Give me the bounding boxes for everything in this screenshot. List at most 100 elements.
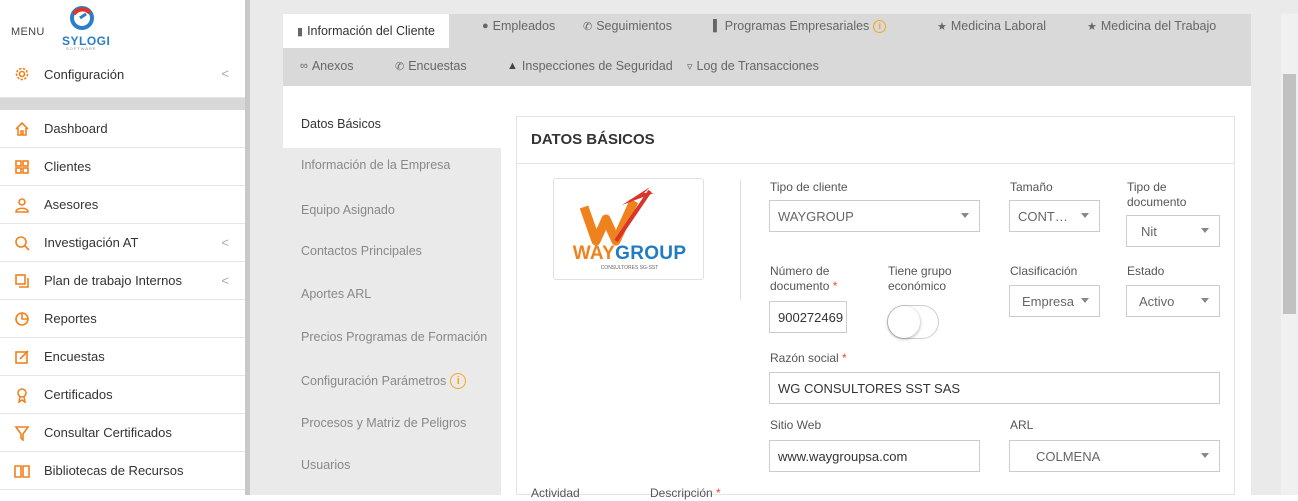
section-nav: Datos Básicos Información de la Empresa … (283, 100, 501, 495)
logo-word-way: WAY (572, 243, 616, 264)
sidebar-item-label: Dashboard (44, 121, 108, 136)
tab-label: Programas Empresariales (724, 19, 870, 33)
tipo-cliente-select[interactable]: WAYGROUP (769, 200, 980, 232)
user-icon (0, 197, 44, 213)
tab-inspecciones[interactable]: ▲ Inspecciones de Seguridad (507, 56, 673, 76)
tab-medicina-laboral[interactable]: ★ Medicina Laboral (937, 16, 1046, 36)
tamano-label: Tamaño (1010, 180, 1053, 194)
label-text: Descripción (650, 486, 713, 500)
main-scrollbar-thumb[interactable] (1283, 74, 1296, 314)
estado-select[interactable]: Activo (1126, 285, 1220, 317)
sidebar-divider (0, 98, 247, 110)
tab-seguimientos[interactable]: ✆ Seguimientos (583, 16, 672, 36)
top-strip (250, 0, 1298, 14)
clasificacion-select[interactable]: Empresa (1009, 285, 1100, 317)
tab-log-transacciones[interactable]: ▿ Log de Transacciones (687, 56, 819, 76)
bar-chart-icon: ▌ (713, 20, 721, 32)
sitio-web-label: Sitio Web (770, 418, 822, 432)
chevron-left-icon: < (221, 66, 229, 81)
numero-documento-input[interactable]: 900272469 (769, 301, 847, 333)
tab-label: Anexos (311, 59, 354, 73)
sidebar-item-configuracion[interactable]: Configuración < (0, 51, 247, 98)
sidebar-item-consultar-certificados[interactable]: Consultar Certificados (0, 414, 247, 452)
sidebar-item-asesores[interactable]: Asesores (0, 186, 247, 224)
tab-programas-empresariales[interactable]: ▌ Programas Empresariales i (713, 16, 887, 36)
toggle-knob (888, 306, 920, 338)
sidebar-item-label: Clientes (44, 159, 91, 174)
tab-label: Inspecciones de Seguridad (521, 59, 673, 73)
client-logo[interactable]: WAYGROUP CONSULTORES SG-SST (553, 178, 704, 280)
label-line: económico (888, 279, 947, 293)
caret-down-icon (1081, 213, 1089, 218)
tab-encuestas[interactable]: ✆ Encuestas (395, 56, 467, 76)
tab-label: Medicina Laboral (950, 19, 1047, 33)
section-usuarios[interactable]: Usuarios (301, 458, 350, 472)
phone-icon: ✆ (395, 60, 405, 73)
star-icon: ★ (937, 20, 947, 33)
tab-informacion-cliente[interactable]: ▮ Información del Cliente (283, 14, 449, 48)
tipo-documento-select[interactable]: Nit (1126, 215, 1220, 247)
sidebar: MENU SYLOGI SOFTWARE Configuración < Das… (0, 0, 248, 495)
arl-value: COLMENA (1036, 448, 1101, 464)
phone-icon: ✆ (583, 20, 593, 33)
estado-label: Estado (1127, 264, 1165, 278)
clasificacion-value: Empresa (1022, 293, 1075, 309)
tamano-select[interactable]: CONT… (1009, 200, 1100, 232)
grupo-economico-toggle[interactable] (887, 305, 939, 339)
razon-social-input[interactable]: WG CONSULTORES SST SAS (769, 372, 1220, 404)
arl-label: ARL (1010, 418, 1034, 432)
alert-icon: i (450, 373, 467, 389)
star-icon: ★ (1087, 20, 1097, 33)
vertical-divider (740, 180, 741, 300)
sidebar-item-investigacion[interactable]: Investigación AT < (0, 224, 247, 262)
section-equipo-asignado[interactable]: Equipo Asignado (301, 203, 395, 217)
sidebar-item-bibliotecas[interactable]: Bibliotecas de Recursos (0, 452, 247, 490)
tipo-cliente-value: WAYGROUP (778, 208, 854, 224)
tab-bar-secondary: ∞ Anexos ✆ Encuestas ▲ Inspecciones de S… (283, 48, 1251, 86)
sidebar-item-certificados[interactable]: Certificados (0, 376, 247, 414)
warning-icon: ▲ (507, 60, 518, 72)
section-procesos-matriz[interactable]: Procesos y Matriz de Peligros (301, 416, 466, 430)
label-line: documento (1127, 195, 1187, 209)
caret-down-icon (961, 213, 969, 218)
tipo-documento-value: Nit (1141, 223, 1157, 239)
sidebar-item-encuestas[interactable]: Encuestas (0, 338, 247, 376)
sidebar-item-plan-trabajo[interactable]: Plan de trabajo Internos < (0, 262, 247, 300)
caret-down-icon (1201, 453, 1209, 458)
label-line: Tipo de (1127, 180, 1167, 194)
tab-empleados[interactable]: ● Empleados (482, 16, 555, 36)
sidebar-item-clientes[interactable]: Clientes (0, 148, 247, 186)
tab-anexos[interactable]: ∞ Anexos (300, 56, 354, 76)
section-precios-programas[interactable]: Precios Programas de Formación (301, 330, 487, 344)
tab-label: Log de Transacciones (696, 59, 819, 73)
tab-label: Encuestas (408, 59, 467, 73)
sitio-web-input[interactable]: www.waygroupsa.com (769, 440, 980, 472)
section-configuracion-parametros[interactable]: Configuración Parámetros i (301, 373, 467, 389)
tab-label: Empleados (492, 19, 556, 33)
descripcion-label: Descripción * (650, 486, 721, 501)
tab-label: Medicina del Trabajo (1100, 19, 1217, 33)
section-datos-basicos[interactable]: Datos Básicos (301, 117, 381, 131)
required-marker: * (832, 279, 838, 293)
section-aportes-arl[interactable]: Aportes ARL (301, 287, 371, 301)
tab-medicina-trabajo[interactable]: ★ Medicina del Trabajo (1087, 16, 1216, 36)
alert-icon: i (873, 19, 887, 33)
arl-select[interactable]: COLMENA (1009, 440, 1220, 472)
search-icon (0, 235, 44, 251)
card-title: DATOS BÁSICOS (531, 131, 655, 148)
sidebar-item-reportes[interactable]: Reportes (0, 300, 247, 338)
tamano-value: CONT… (1018, 208, 1068, 224)
sidebar-item-label: Reportes (44, 311, 97, 326)
section-contactos-principales[interactable]: Contactos Principales (301, 244, 422, 258)
caret-down-icon (1201, 228, 1209, 233)
menu-label[interactable]: MENU (11, 26, 45, 38)
sidebar-item-dashboard[interactable]: Dashboard (0, 110, 247, 148)
section-informacion-empresa[interactable]: Información de la Empresa (301, 158, 450, 172)
chevron-left-icon: < (221, 235, 229, 250)
chevron-left-icon: < (221, 273, 229, 288)
paperclip-icon: ∞ (300, 60, 308, 72)
grid-icon (0, 159, 44, 175)
filter-icon (0, 425, 44, 441)
sidebar-item-label: Certificados (44, 387, 113, 402)
numero-documento-value: 900272469 (778, 309, 844, 325)
